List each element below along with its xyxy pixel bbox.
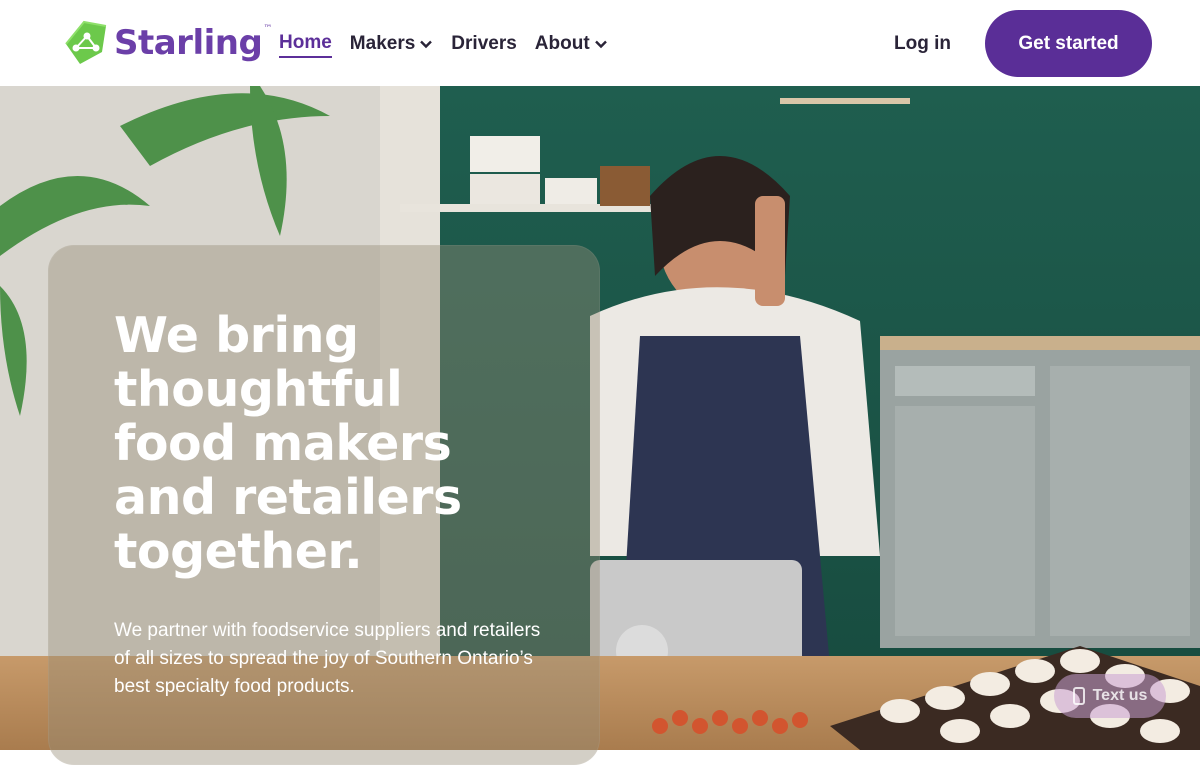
phone-icon [1072,687,1085,705]
nav-item-label: Drivers [451,33,517,54]
nav-item-home[interactable]: Home [279,30,332,58]
chevron-down-icon [420,40,433,49]
text-us-button[interactable]: Text us [1054,674,1166,718]
nav-item-about[interactable]: About [535,30,608,58]
nav-item-label: About [534,33,590,54]
nav-item-makers[interactable]: Makers [350,30,434,58]
trademark-symbol: ™ [263,24,273,34]
nav-item-drivers[interactable]: Drivers [451,30,517,58]
main-nav: Home Makers Drivers About [279,30,608,58]
site-header: Starling ™ Home Makers Drivers About Log… [0,0,1200,86]
hero-headline: We bring thoughtful food makers and reta… [114,307,462,580]
nav-item-label: Home [279,32,332,53]
text-us-label: Text us [1092,687,1148,704]
logo[interactable]: Starling ™ [60,18,272,68]
chevron-down-icon [594,40,607,49]
login-link[interactable]: Log in [894,33,951,55]
nav-item-label: Makers [349,33,416,54]
hero-subtext: We partner with foodservice suppliers an… [114,620,541,697]
green-network-leaf-icon [65,20,107,64]
get-started-button[interactable]: Get started [985,10,1152,77]
brand-name: Starling [114,23,263,63]
